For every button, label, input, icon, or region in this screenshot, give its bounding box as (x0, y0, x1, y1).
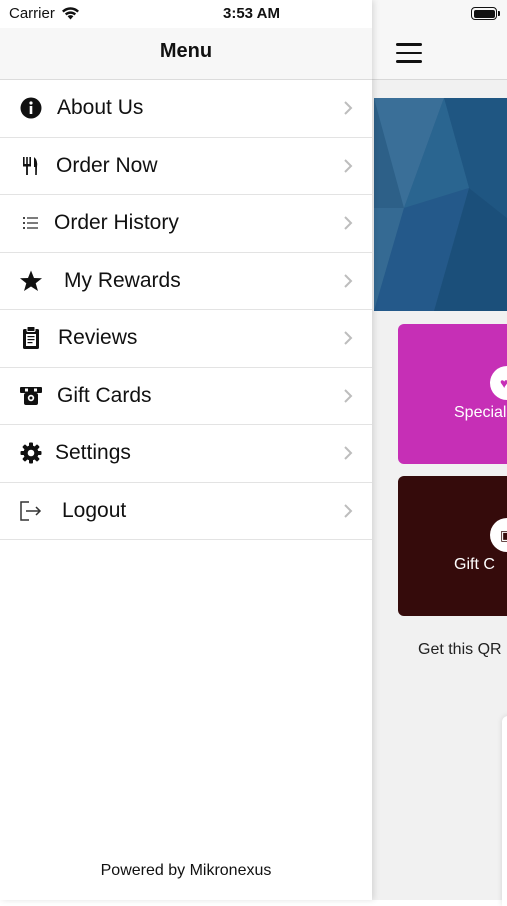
gift-cards-tile[interactable]: ▣ Gift C (398, 476, 507, 616)
app-status-bar (372, 0, 507, 28)
menu-item-order-now[interactable]: Order Now (0, 138, 372, 195)
menu-item-about-us[interactable]: About Us (0, 80, 372, 138)
gift-card-icon (19, 384, 43, 408)
chevron-right-icon (344, 216, 353, 230)
chevron-right-icon (344, 446, 353, 460)
heart-icon: ♥ (490, 366, 507, 400)
menu-item-settings[interactable]: Settings (0, 425, 372, 483)
info-icon (19, 96, 43, 120)
menu-item-label: Gift Cards (57, 383, 152, 407)
menu-item-label: My Rewards (64, 268, 181, 292)
wifi-icon (62, 7, 79, 20)
menu-item-label: Settings (55, 441, 131, 464)
specials-tile[interactable]: ♥ Special (398, 324, 507, 464)
menu-item-label: Logout (62, 498, 127, 522)
status-bar: Carrier 3:53 AM (0, 0, 372, 28)
qr-prompt-text: Get this QR (418, 641, 502, 658)
menu-item-label: Order History (54, 211, 179, 234)
app-header (372, 28, 507, 80)
menu-header: Menu (0, 28, 372, 80)
chevron-right-icon (344, 331, 353, 345)
background-app-screen: ♥ Special ▣ Gift C Get this QR (372, 0, 507, 906)
bottom-card (502, 716, 507, 906)
specials-label: Special (454, 404, 507, 421)
menu-item-order-history[interactable]: Order History (0, 195, 372, 253)
utensils-icon (19, 154, 43, 178)
logout-icon (19, 499, 43, 523)
gift-tile-label: Gift C (454, 556, 495, 573)
battery-icon (471, 7, 500, 20)
hero-banner (374, 98, 507, 311)
clock: 3:53 AM (223, 5, 280, 22)
chevron-right-icon (344, 388, 353, 403)
powered-by-footer: Powered by Mikronexus (100, 862, 272, 879)
menu-item-gift-cards[interactable]: Gift Cards (0, 368, 372, 425)
chevron-right-icon (344, 101, 353, 115)
chevron-right-icon (344, 273, 353, 288)
clipboard-icon (19, 326, 43, 350)
list-icon (19, 211, 43, 235)
chevron-right-icon (344, 503, 353, 518)
menu-item-label: Reviews (58, 326, 138, 349)
menu-title: Menu (159, 40, 213, 62)
menu-item-my-rewards[interactable]: My Rewards (0, 253, 372, 310)
menu-item-reviews[interactable]: Reviews (0, 310, 372, 368)
star-icon (19, 269, 43, 293)
carrier-label: Carrier (9, 5, 55, 22)
gear-icon (19, 441, 43, 465)
menu-item-label: About Us (57, 96, 144, 119)
menu-item-label: Order Now (56, 153, 158, 177)
menu-list: About Us Order Now Order History My Rewa… (0, 80, 372, 540)
menu-item-logout[interactable]: Logout (0, 483, 372, 540)
gift-card-icon: ▣ (490, 518, 507, 552)
side-menu-drawer: Carrier 3:53 AM Menu About Us Order Now (0, 0, 372, 900)
chevron-right-icon (344, 158, 353, 173)
hamburger-menu-icon[interactable] (396, 43, 422, 63)
